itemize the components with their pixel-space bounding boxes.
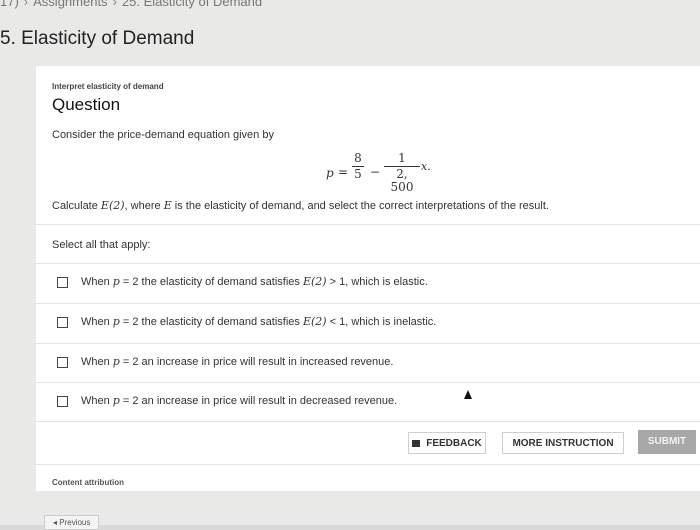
divider (36, 224, 700, 225)
answer-fragment: When (81, 356, 113, 368)
checkbox[interactable] (57, 317, 68, 328)
fraction-denominator: 5 (354, 167, 362, 181)
answer-text: When p = 2 an increase in price will res… (81, 394, 397, 407)
answer-math: p (112, 394, 120, 407)
fraction-second: 1 2, 500 (384, 152, 420, 194)
answer-option-3[interactable]: When p = 2 an increase in price will res… (36, 343, 700, 382)
fraction-numerator: 1 (398, 151, 406, 165)
mouse-cursor-icon (464, 390, 472, 399)
calc-variable: E (163, 199, 172, 212)
answer-fragment: When (81, 276, 113, 288)
answer-fragment: = 2 an increase in price will result in … (119, 356, 394, 368)
answer-fragment: = 2 the elasticity of demand satisfies (119, 316, 303, 328)
equation-lhs: p (326, 166, 334, 180)
equation-variable-x: x. (421, 160, 431, 173)
calc-text: is the elasticity of demand, and select … (171, 200, 549, 212)
answer-fragment: = 2 the elasticity of demand satisfies (119, 276, 303, 288)
breadcrumb-item-current: 25. Elasticity of Demand (121, 0, 263, 9)
answer-fragment: When (81, 316, 113, 328)
answer-fragment: When (81, 395, 113, 407)
content-attribution-link[interactable]: Content attribution (52, 478, 124, 487)
fraction-first: 8 5 (352, 152, 364, 181)
divider (36, 421, 700, 422)
answer-math: E(2) (302, 275, 327, 288)
answer-fragment: < 1, which is inelastic. (326, 316, 437, 328)
answer-text: When p = 2 the elasticity of demand sati… (81, 315, 436, 328)
equation-minus: − (370, 165, 381, 179)
calc-function: E(2) (100, 199, 125, 212)
answer-text: When p = 2 an increase in price will res… (81, 355, 393, 368)
breadcrumb-separator: › (23, 0, 29, 9)
submit-button[interactable]: SUBMIT (638, 430, 696, 454)
breadcrumb: 17) › Assignments › 25. Elasticity of Demand (0, 0, 262, 10)
answer-math: p (112, 275, 120, 288)
question-heading: Question (52, 95, 121, 114)
flag-icon (412, 440, 421, 447)
fraction-denominator: 2, 500 (390, 167, 414, 194)
question-card: Interpret elasticity of demand Question … (36, 66, 700, 491)
answer-fragment: = 2 an increase in price will result in … (119, 395, 398, 407)
breadcrumb-separator: › (112, 0, 117, 9)
checkbox[interactable] (57, 357, 68, 368)
page: 17) › Assignments › 25. Elasticity of Demand… (0, 0, 700, 530)
previous-button[interactable]: ◂ Previous (44, 515, 100, 530)
answer-math: p (112, 315, 120, 328)
calc-text: , where (124, 200, 164, 212)
answer-math: p (112, 355, 120, 368)
breadcrumb-item-assignments[interactable]: Assignments (33, 0, 107, 9)
answer-option-1[interactable]: When p = 2 the elasticity of demand sati… (36, 263, 700, 302)
answer-math: E(2) (302, 315, 327, 328)
answer-option-2[interactable]: When p = 2 the elasticity of demand sati… (36, 303, 700, 342)
question-eyebrow: Interpret elasticity of demand (52, 82, 164, 91)
answer-text: When p = 2 the elasticity of demand sati… (81, 275, 428, 288)
checkbox[interactable] (57, 277, 68, 288)
fraction-numerator: 8 (354, 151, 362, 165)
breadcrumb-item-course[interactable]: 17) (0, 0, 19, 9)
feedback-button[interactable]: FEEDBACK (408, 432, 486, 454)
equation-equals: = (338, 165, 349, 179)
calculate-instruction: Calculate E(2), where E is the elasticit… (52, 199, 549, 212)
answer-option-4[interactable]: When p = 2 an increase in price will res… (36, 382, 700, 421)
answer-fragment: > 1, which is elastic. (326, 276, 428, 288)
checkbox[interactable] (57, 396, 68, 407)
page-title: 5. Elasticity of Demand (0, 28, 195, 49)
select-all-label: Select all that apply: (52, 239, 151, 251)
question-prompt: Consider the price-demand equation given… (52, 129, 274, 141)
feedback-label: FEEDBACK (426, 438, 482, 449)
calc-text: Calculate (52, 200, 101, 212)
more-instruction-button[interactable]: MORE INSTRUCTION (502, 432, 624, 454)
divider (36, 464, 700, 465)
